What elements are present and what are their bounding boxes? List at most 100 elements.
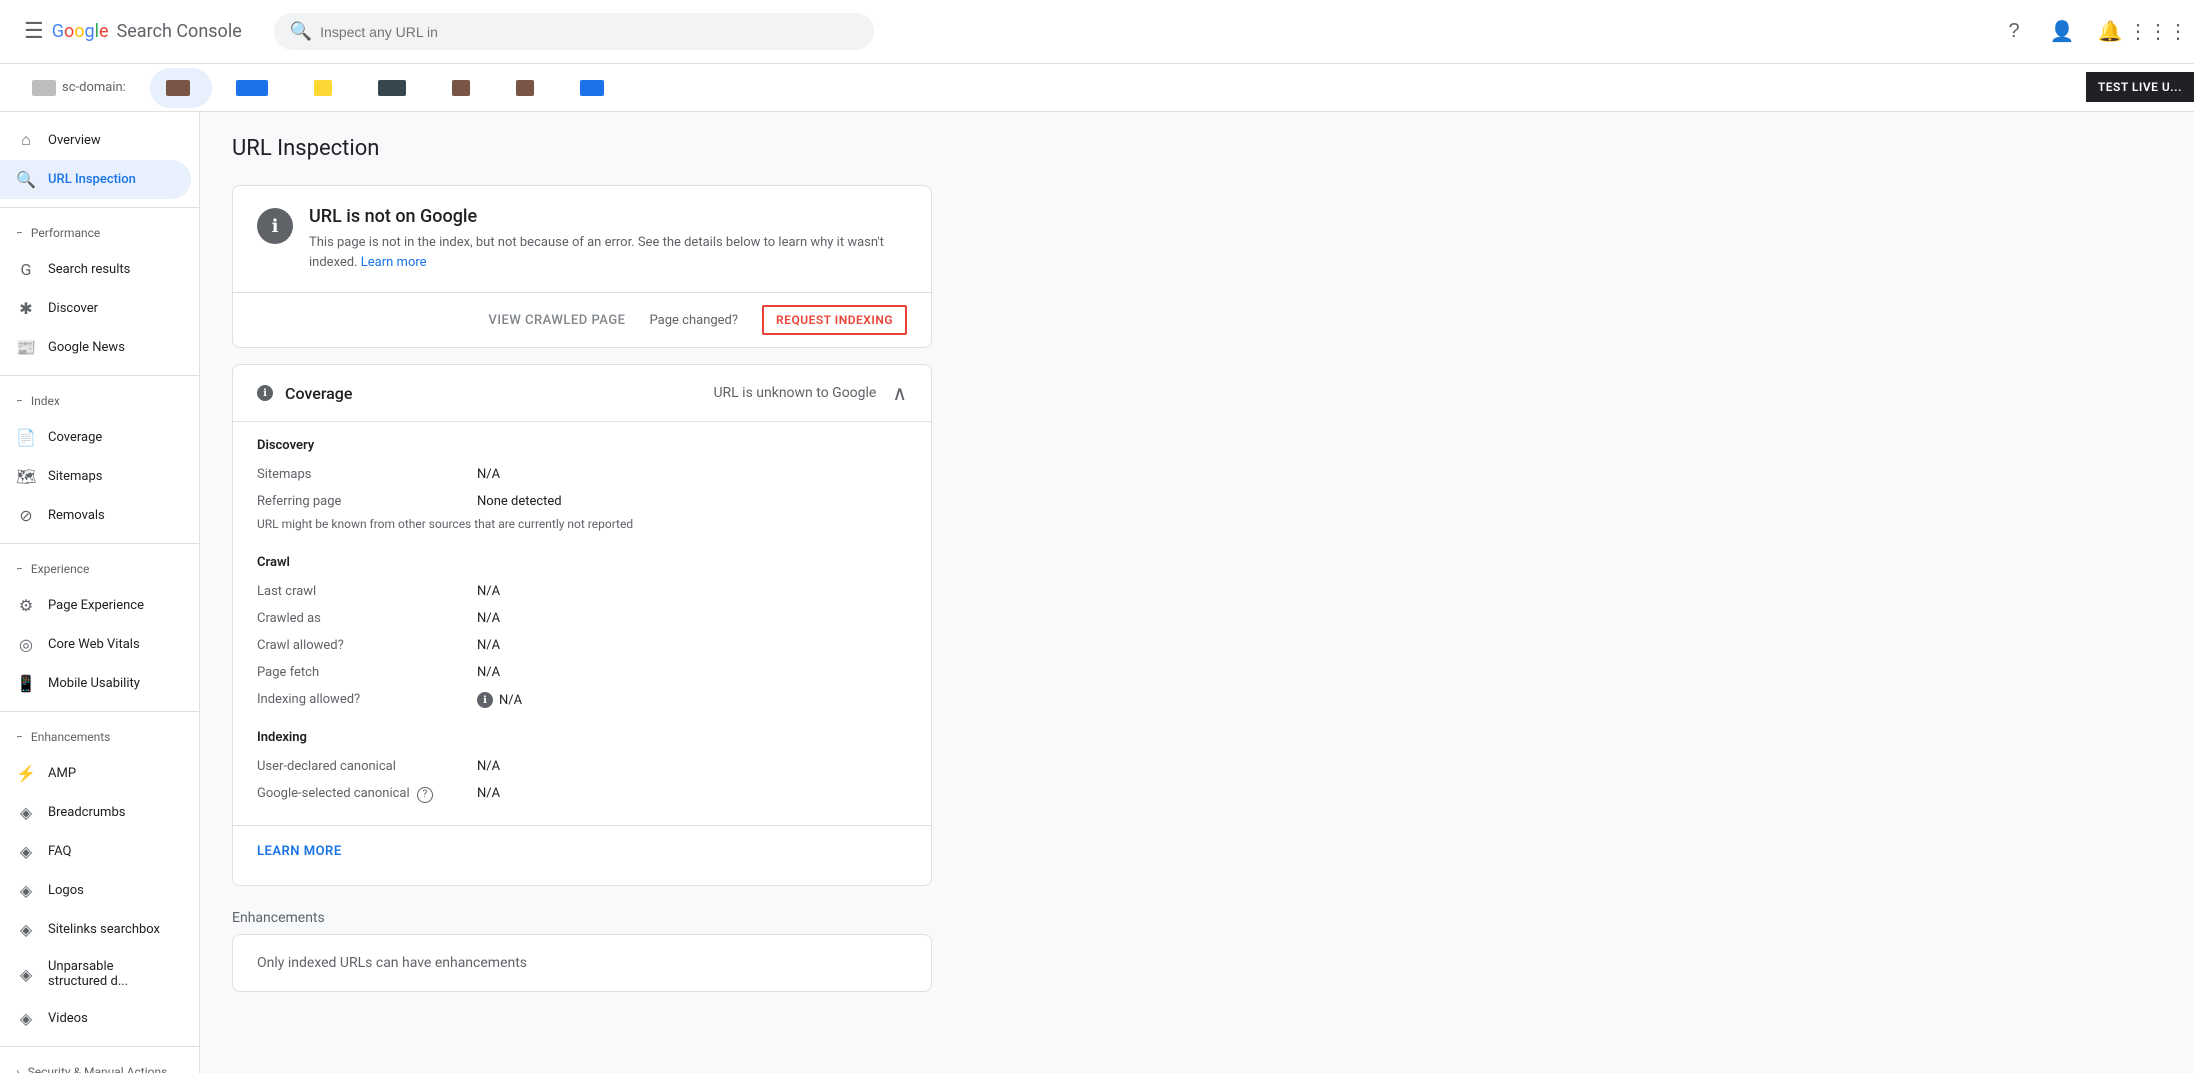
sidebar-item-faq[interactable]: ◈ FAQ <box>0 832 191 871</box>
sidebar-item-videos[interactable]: ◈ Videos <box>0 999 191 1038</box>
sidebar-section-performance[interactable]: − Performance <box>0 216 199 250</box>
account-circle-button[interactable]: 👤 <box>2042 12 2082 52</box>
coverage-status: URL is unknown to Google <box>713 385 876 401</box>
page-title: URL Inspection <box>232 136 2162 161</box>
collapse-icon-exp: − <box>16 562 23 576</box>
crawled-as-label: Crawled as <box>257 611 477 626</box>
google-canonical-help-icon[interactable]: ? <box>417 787 433 803</box>
sidebar-item-breadcrumbs[interactable]: ◈ Breadcrumbs <box>0 793 191 832</box>
sidebar-label-logos: Logos <box>48 883 84 898</box>
sidebar-item-page-experience[interactable]: ⚙ Page Experience <box>0 586 191 625</box>
google-canonical-row: Google-selected canonical ? N/A <box>257 780 907 809</box>
crawl-section-title: Crawl <box>257 555 907 570</box>
status-actions: VIEW CRAWLED PAGE Page changed? REQUEST … <box>233 293 931 347</box>
coverage-info-icon[interactable]: ℹ <box>257 385 273 401</box>
collapse-icon-index: − <box>16 394 23 408</box>
sidebar-item-coverage[interactable]: 📄 Coverage <box>0 418 191 457</box>
sidebar-item-removals[interactable]: ⊘ Removals <box>0 496 191 535</box>
sidebar-label-sitemaps: Sitemaps <box>48 469 103 484</box>
google-canonical-value: N/A <box>477 786 500 801</box>
indexing-info-icon[interactable]: ℹ <box>477 692 493 708</box>
cwv-icon: ◎ <box>16 635 36 654</box>
sidebar-item-mobile-usability[interactable]: 📱 Mobile Usability <box>0 664 191 703</box>
indexing-allowed-value: ℹ N/A <box>477 692 522 708</box>
tab-7[interactable] <box>564 68 626 108</box>
main-content: URL Inspection ℹ URL is not on Google Th… <box>200 112 2194 1073</box>
tab-color-2 <box>236 80 268 96</box>
tab-label-0: sc-domain: <box>62 80 126 95</box>
sitemaps-row: Sitemaps N/A <box>257 461 907 488</box>
sidebar-section-security[interactable]: › Security & Manual Actions <box>0 1055 199 1073</box>
crawl-allowed-row: Crawl allowed? N/A <box>257 632 907 659</box>
chevron-up-icon[interactable]: ∧ <box>892 381 907 405</box>
sidebar-label-unparsable: Unparsable structured d... <box>48 959 175 989</box>
coverage-learn-more-button[interactable]: LEARN MORE <box>257 834 342 869</box>
enhancements-message: Only indexed URLs can have enhancements <box>257 955 527 971</box>
sidebar-section-experience[interactable]: − Experience <box>0 552 199 586</box>
search-input[interactable] <box>320 24 858 40</box>
sidebar-item-search-results[interactable]: G Search results <box>0 250 191 289</box>
sidebar-item-discover[interactable]: ✱ Discover <box>0 289 191 328</box>
sidebar-item-logos[interactable]: ◈ Logos <box>0 871 191 910</box>
search-bar-container: 🔍 <box>274 13 874 50</box>
search-icon: 🔍 <box>290 21 312 42</box>
tab-color-5 <box>452 80 470 96</box>
sidebar-item-url-inspection[interactable]: 🔍 URL Inspection <box>0 160 191 199</box>
sidebar-label-amp: AMP <box>48 766 76 781</box>
sidebar-section-index[interactable]: − Index <box>0 384 199 418</box>
tab-6[interactable] <box>500 68 556 108</box>
crawled-as-value: N/A <box>477 611 500 626</box>
news-icon: 📰 <box>16 338 36 357</box>
sidebar-label-overview: Overview <box>48 133 101 148</box>
sidebar-label-coverage: Coverage <box>48 430 102 445</box>
tab-2[interactable] <box>220 68 290 108</box>
tab-4[interactable] <box>362 68 428 108</box>
mobile-icon: 📱 <box>16 674 36 693</box>
hamburger-menu[interactable]: ☰ <box>16 11 52 52</box>
sidebar-section-security-label: Security & Manual Actions <box>28 1065 168 1073</box>
indexing-allowed-label: Indexing allowed? <box>257 692 477 707</box>
sitemaps-value: N/A <box>477 467 500 482</box>
sidebar-item-amp[interactable]: ⚡ AMP <box>0 754 191 793</box>
status-text: URL is not on Google This page is not in… <box>309 206 907 272</box>
enhancements-card: Only indexed URLs can have enhancements <box>232 934 932 992</box>
app-logo: Google Search Console <box>52 21 242 42</box>
home-icon: ⌂ <box>16 130 36 150</box>
sidebar-label-breadcrumbs: Breadcrumbs <box>48 805 125 820</box>
help-button[interactable]: ? <box>1994 12 2034 52</box>
notifications-button[interactable]: 🔔 <box>2090 12 2130 52</box>
discovery-section-title: Discovery <box>257 438 907 453</box>
page-fetch-value: N/A <box>477 665 500 680</box>
collapse-icon-sec: › <box>16 1065 20 1073</box>
google-canonical-label: Google-selected canonical ? <box>257 786 477 803</box>
test-live-button[interactable]: TEST LIVE U... <box>2086 72 2194 102</box>
request-indexing-button[interactable]: REQUEST INDEXING <box>762 305 907 335</box>
view-crawled-button[interactable]: VIEW CRAWLED PAGE <box>488 313 625 328</box>
tab-3[interactable] <box>298 68 354 108</box>
sitelinks-icon: ◈ <box>16 920 36 939</box>
learn-more-link[interactable]: Learn more <box>361 255 427 270</box>
status-icon: ℹ <box>257 208 293 244</box>
sidebar-item-core-web-vitals[interactable]: ◎ Core Web Vitals <box>0 625 191 664</box>
divider-1 <box>0 207 199 208</box>
breadcrumbs-icon: ◈ <box>16 803 36 822</box>
sidebar-item-overview[interactable]: ⌂ Overview <box>0 120 191 160</box>
sidebar-item-google-news[interactable]: 📰 Google News <box>0 328 191 367</box>
coverage-header: ℹ Coverage URL is unknown to Google ∧ <box>233 365 931 422</box>
sidebar-label-search-results: Search results <box>48 262 130 277</box>
tab-0[interactable]: sc-domain: <box>16 68 142 108</box>
apps-button[interactable]: ⋮⋮⋮ <box>2138 12 2178 52</box>
tab-5[interactable] <box>436 68 492 108</box>
enhancements-section-label: Enhancements <box>232 910 932 926</box>
header-right: ? 👤 🔔 ⋮⋮⋮ <box>1994 12 2178 52</box>
sidebar-label-core-web-vitals: Core Web Vitals <box>48 637 140 652</box>
sidebar-label-google-news: Google News <box>48 340 125 355</box>
crawled-as-row: Crawled as N/A <box>257 605 907 632</box>
sidebar-item-sitelinks-searchbox[interactable]: ◈ Sitelinks searchbox <box>0 910 191 949</box>
tab-1[interactable] <box>150 68 212 108</box>
coverage-title: Coverage <box>285 384 352 403</box>
sidebar-item-sitemaps[interactable]: 🗺 Sitemaps <box>0 457 191 496</box>
coverage-icon: 📄 <box>16 428 36 447</box>
sidebar-section-enhancements[interactable]: − Enhancements <box>0 720 199 754</box>
sidebar-item-unparsable[interactable]: ◈ Unparsable structured d... <box>0 949 191 999</box>
